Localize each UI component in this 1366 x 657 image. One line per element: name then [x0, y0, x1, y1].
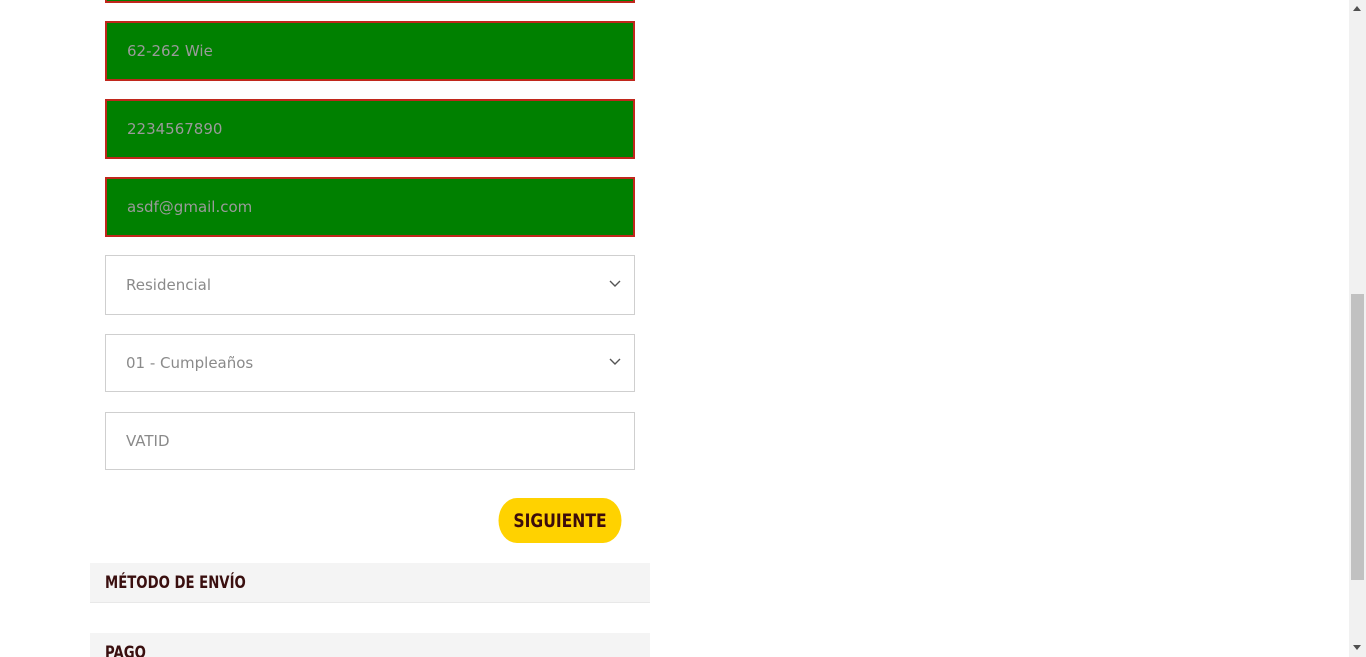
email-field-value: asdf@gmail.com — [127, 198, 253, 216]
checkout-page: 62-262 Wie 2234567890 asdf@gmail.com Res… — [0, 0, 1366, 657]
scrollbar-thumb[interactable] — [1351, 294, 1364, 580]
payment-label: PAGO — [105, 642, 146, 657]
payment-header[interactable]: PAGO — [90, 633, 650, 657]
shipping-method-header[interactable]: MÉTODO DE ENVÍO — [90, 563, 650, 603]
phone-field-value: 2234567890 — [127, 120, 223, 138]
vatid-input[interactable]: VATID — [105, 412, 635, 470]
scrollbar[interactable] — [1349, 0, 1366, 657]
address-type-selected: Residencial — [126, 276, 211, 294]
email-field[interactable]: asdf@gmail.com — [105, 177, 635, 237]
address-field-value: 62-262 Wie — [127, 42, 213, 60]
chevron-down-icon — [609, 280, 621, 287]
occasion-select[interactable]: 01 - Cumpleaños — [105, 334, 635, 392]
vatid-placeholder: VATID — [126, 432, 170, 450]
address-field[interactable]: 62-262 Wie — [105, 21, 635, 81]
phone-field[interactable]: 2234567890 — [105, 99, 635, 159]
next-button[interactable]: SIGUIENTE — [498, 498, 622, 543]
address-type-select[interactable]: Residencial — [105, 255, 635, 315]
previous-field[interactable] — [105, 0, 635, 3]
scroll-up-arrow-icon[interactable] — [1353, 6, 1361, 11]
chevron-down-icon — [609, 358, 621, 365]
occasion-selected: 01 - Cumpleaños — [126, 354, 254, 372]
shipping-method-label: MÉTODO DE ENVÍO — [105, 572, 246, 593]
scroll-down-arrow-icon[interactable] — [1353, 645, 1361, 650]
